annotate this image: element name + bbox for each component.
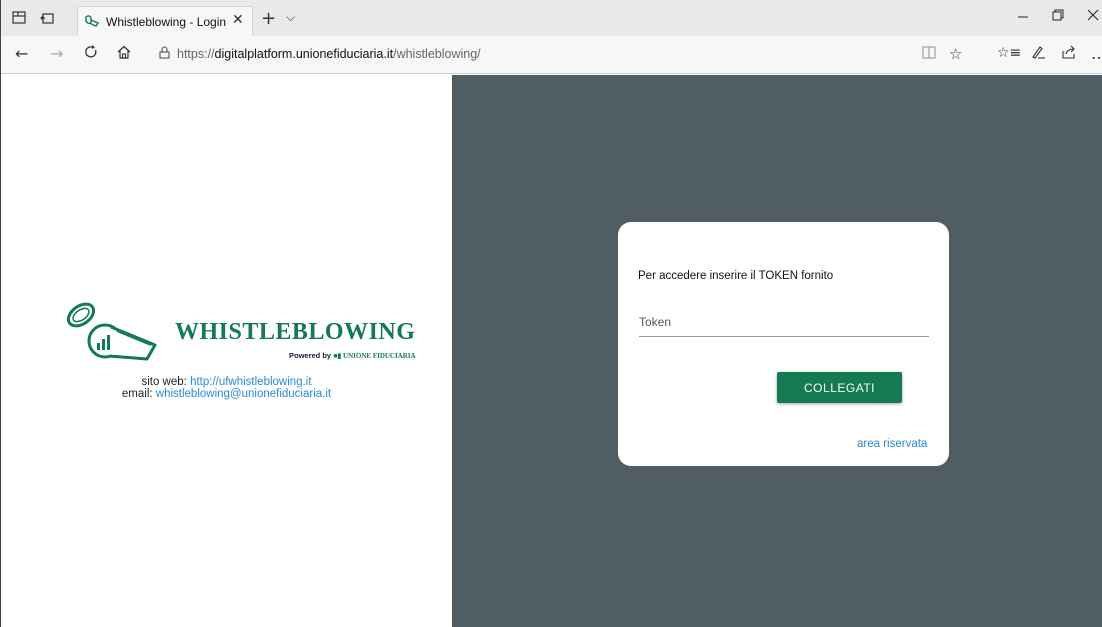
connect-button[interactable]: COLLEGATI [777, 372, 902, 403]
new-tab-icon[interactable]: + [261, 8, 276, 29]
reserved-area-link[interactable]: area riservata [857, 438, 927, 450]
address-toolbar: ← → https://digitalplatform.unionefiduci… [1, 36, 1102, 74]
contact-info: sito web: http://ufwhistleblowing.it ema… [1, 376, 452, 400]
whistle-favicon-icon [84, 14, 100, 28]
tab-preview-icon[interactable] [11, 11, 27, 25]
back-icon[interactable]: ← [15, 44, 28, 63]
email-link[interactable]: whistleblowing@unionefiduciaria.it [156, 388, 331, 400]
site-line: sito web: http://ufwhistleblowing.it [1, 376, 452, 388]
minimize-icon[interactable] [1017, 9, 1029, 25]
logo-wordmark: WHISTLEBLOWING [175, 319, 416, 345]
home-icon[interactable] [117, 44, 131, 63]
whistleblowing-logo: WHISTLEBLOWING Powered by ■▮ UNIONE FIDU… [61, 301, 416, 371]
more-icon[interactable]: … [1091, 44, 1102, 63]
lock-icon [159, 46, 170, 63]
favorite-star-icon[interactable]: ☆ [949, 45, 962, 63]
share-icon[interactable] [1062, 44, 1076, 63]
brand-panel: WHISTLEBLOWING Powered by ■▮ UNIONE FIDU… [1, 75, 452, 627]
set-tabs-aside-icon[interactable] [39, 11, 55, 25]
pen-icon[interactable] [1030, 44, 1046, 63]
powered-by-label: Powered by [289, 351, 332, 360]
close-tab-icon[interactable]: ✕ [232, 12, 244, 28]
powered-by: Powered by ■▮ UNIONE FIDUCIARIA [289, 351, 416, 360]
favorites-hub-icon[interactable]: ☆≡ [997, 45, 1021, 61]
forward-icon[interactable]: → [50, 44, 63, 63]
whistle-logo-icon [66, 302, 157, 361]
page-content: WHISTLEBLOWING Powered by ■▮ UNIONE FIDU… [1, 75, 1102, 627]
login-panel: Per accedere inserire il TOKEN fornito C… [452, 75, 1102, 627]
url-path: /whistleblowing/ [393, 47, 481, 61]
restore-icon[interactable] [1052, 9, 1064, 25]
refresh-icon[interactable] [84, 44, 98, 63]
email-label: email: [121, 388, 153, 400]
site-label: sito web: [141, 376, 187, 388]
email-line: email: whistleblowing@unionefiduciaria.i… [1, 388, 452, 400]
unione-fiduciaria-mark: ■▮ UNIONE FIDUCIARIA [333, 352, 416, 360]
close-window-icon[interactable] [1087, 9, 1099, 25]
tab-title: Whistleblowing - Login [106, 15, 227, 29]
reading-view-icon[interactable] [922, 45, 936, 63]
tab-strip: Whistleblowing - Login ✕ + ⌵ [1, 0, 1102, 36]
url-scheme: https:// [177, 47, 215, 61]
tab-active[interactable]: Whistleblowing - Login ✕ [77, 6, 253, 36]
powered-brand-line2: FIDUCIARIA [372, 352, 416, 360]
site-link[interactable]: http://ufwhistleblowing.it [190, 376, 311, 388]
login-instructions: Per accedere inserire il TOKEN fornito [638, 270, 834, 282]
token-input[interactable] [639, 307, 929, 337]
url-host: digitalplatform.unionefiduciaria.it [214, 47, 394, 61]
address-bar[interactable]: https://digitalplatform.unionefiduciaria… [149, 42, 969, 68]
powered-brand-line1: UNIONE [343, 352, 372, 360]
browser-window: Whistleblowing - Login ✕ + ⌵ ← → https:/… [0, 0, 1102, 627]
login-card: Per accedere inserire il TOKEN fornito C… [618, 222, 949, 466]
url-text: https://digitalplatform.unionefiduciaria… [177, 47, 481, 61]
chevron-down-icon[interactable]: ⌵ [286, 10, 295, 25]
